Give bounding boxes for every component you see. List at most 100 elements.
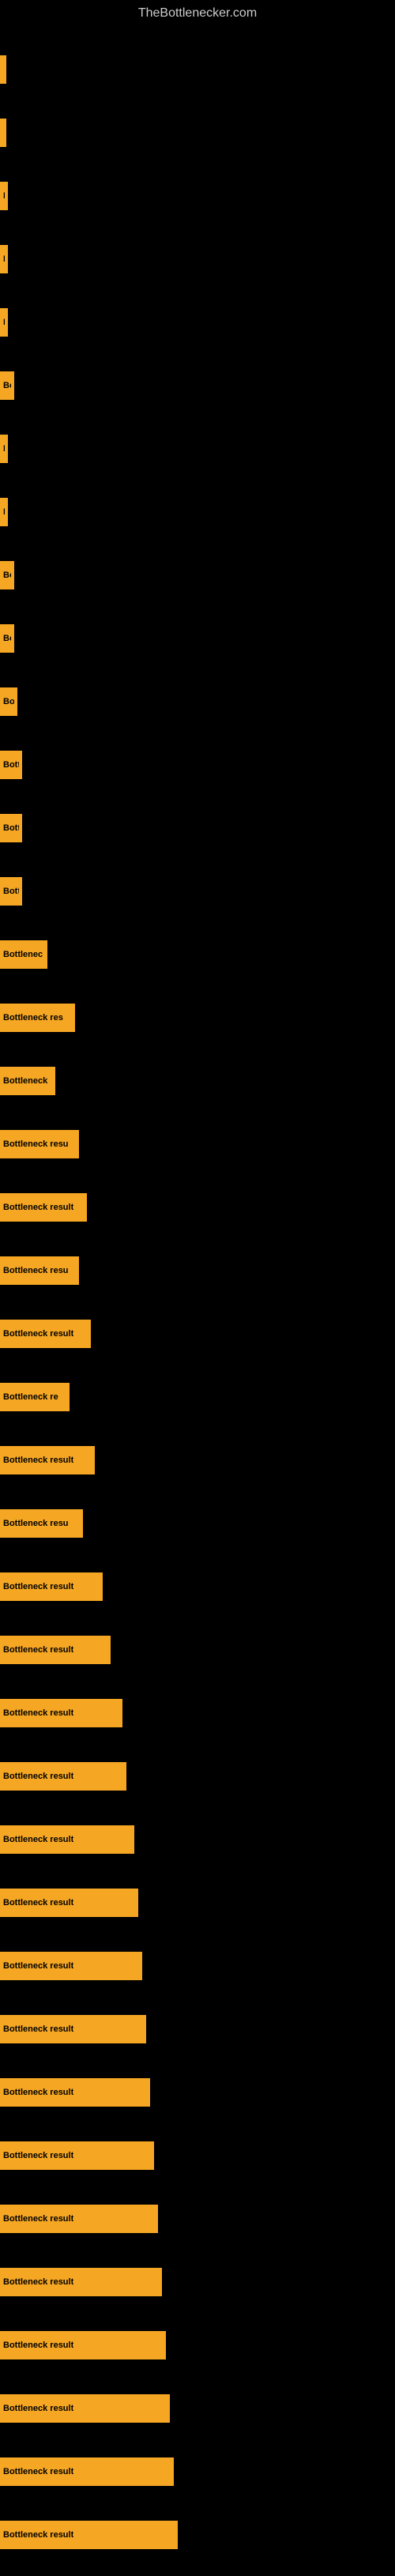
bar-row: Bottleneck — [0, 1067, 395, 1122]
bar-label-21: Bottleneck re — [3, 1392, 58, 1402]
bar-label-16: Bottleneck — [3, 1076, 47, 1086]
bar-row: Bottleneck result — [0, 2141, 395, 2197]
bar-9: Bo — [0, 624, 14, 653]
bar-15: Bottleneck res — [0, 1004, 75, 1032]
bar-row: Bott — [0, 814, 395, 869]
bar-label-2: E — [3, 191, 5, 201]
site-title: TheBottlenecker.com — [0, 0, 395, 27]
bar-row: Bottleneck result — [0, 1572, 395, 1628]
bar-label-17: Bottleneck resu — [3, 1139, 69, 1149]
bar-row: B — [0, 435, 395, 490]
bar-label-30: Bottleneck result — [3, 1961, 73, 1971]
bar-21: Bottleneck re — [0, 1383, 70, 1411]
bar-label-36: Bottleneck result — [3, 2341, 73, 2350]
bar-11: Bott — [0, 751, 22, 779]
bar-row: Bott — [0, 751, 395, 806]
bar-31: Bottleneck result — [0, 2015, 146, 2043]
bar-27: Bottleneck result — [0, 1762, 126, 1791]
bar-label-28: Bottleneck result — [3, 1835, 73, 1844]
bar-22: Bottleneck result — [0, 1446, 95, 1474]
bar-label-27: Bottleneck result — [3, 1772, 73, 1781]
bar-row: Bottleneck result — [0, 1636, 395, 1691]
bar-5: Bo — [0, 371, 14, 400]
bar-row: Bottleneck result — [0, 1952, 395, 2007]
bar-row: Bottleneck result — [0, 2268, 395, 2323]
bar-row: Bottleneck result — [0, 2457, 395, 2513]
bar-row: Bo — [0, 561, 395, 616]
bar-12: Bott — [0, 814, 22, 842]
bar-label-39: Bottleneck result — [3, 2530, 73, 2540]
bar-label-8: Bo — [3, 571, 11, 580]
bar-label-26: Bottleneck result — [3, 1708, 73, 1718]
bar-14: Bottlenec — [0, 940, 47, 969]
bar-row: E — [0, 182, 395, 237]
bar-6: B — [0, 435, 8, 463]
bar-label-25: Bottleneck result — [3, 1645, 73, 1655]
bar-label-20: Bottleneck result — [3, 1329, 73, 1339]
bar-2: E — [0, 182, 8, 210]
bar-label-33: Bottleneck result — [3, 2151, 73, 2160]
bar-label-35: Bottleneck result — [3, 2277, 73, 2287]
bar-row: B — [0, 245, 395, 300]
bar-label-24: Bottleneck result — [3, 1582, 73, 1591]
bar-24: Bottleneck result — [0, 1572, 103, 1601]
bar-1: | — [0, 119, 6, 147]
bar-row: Bottleneck result — [0, 1699, 395, 1754]
bar-8: Bo — [0, 561, 14, 589]
bar-label-15: Bottleneck res — [3, 1013, 63, 1022]
bar-row: Bottleneck resu — [0, 1256, 395, 1312]
bar-26: Bottleneck result — [0, 1699, 122, 1727]
bar-label-32: Bottleneck result — [3, 2088, 73, 2097]
bar-row: Bo — [0, 371, 395, 427]
bar-row: | — [0, 55, 395, 111]
bar-30: Bottleneck result — [0, 1952, 142, 1980]
bar-36: Bottleneck result — [0, 2331, 166, 2359]
bar-row: Bottleneck result — [0, 2205, 395, 2260]
bar-row: Bottleneck result — [0, 1320, 395, 1375]
bar-row: Bottleneck result — [0, 2394, 395, 2450]
bar-row: Bott — [0, 877, 395, 932]
bar-label-37: Bottleneck result — [3, 2404, 73, 2413]
bar-row: Bottlenec — [0, 940, 395, 996]
bar-label-11: Bott — [3, 760, 19, 770]
bar-label-9: Bo — [3, 634, 11, 643]
bar-row: Bo — [0, 624, 395, 680]
bar-0: | — [0, 55, 6, 84]
bar-row: E — [0, 308, 395, 363]
bar-35: Bottleneck result — [0, 2268, 162, 2296]
bar-row: Bottleneck resu — [0, 1509, 395, 1565]
bar-17: Bottleneck resu — [0, 1130, 79, 1158]
bar-34: Bottleneck result — [0, 2205, 158, 2233]
bar-row: Bottleneck resu — [0, 1130, 395, 1185]
bar-7: B — [0, 498, 8, 526]
bar-label-12: Bott — [3, 823, 19, 833]
bar-13: Bott — [0, 877, 22, 906]
bar-row: B — [0, 498, 395, 553]
bar-29: Bottleneck result — [0, 1889, 138, 1917]
bar-row: Bottleneck result — [0, 1825, 395, 1881]
bar-label-7: B — [3, 507, 5, 517]
bar-25: Bottleneck result — [0, 1636, 111, 1664]
bar-10: Bot — [0, 687, 17, 716]
bar-row: Bottleneck result — [0, 2015, 395, 2070]
bar-19: Bottleneck resu — [0, 1256, 79, 1285]
bar-row: Bottleneck result — [0, 1762, 395, 1817]
bar-row: Bot — [0, 687, 395, 743]
bar-row: Bottleneck result — [0, 1889, 395, 1944]
bar-20: Bottleneck result — [0, 1320, 91, 1348]
bar-28: Bottleneck result — [0, 1825, 134, 1854]
bar-33: Bottleneck result — [0, 2141, 154, 2170]
bar-38: Bottleneck result — [0, 2457, 174, 2486]
bar-label-4: E — [3, 318, 5, 327]
bar-label-22: Bottleneck result — [3, 1456, 73, 1465]
bar-4: E — [0, 308, 8, 337]
bar-label-29: Bottleneck result — [3, 1898, 73, 1908]
bar-row: Bottleneck result — [0, 1446, 395, 1501]
bar-37: Bottleneck result — [0, 2394, 170, 2423]
bar-row: | — [0, 119, 395, 174]
bar-16: Bottleneck — [0, 1067, 55, 1095]
bar-row: Bottleneck re — [0, 1383, 395, 1438]
bar-32: Bottleneck result — [0, 2078, 150, 2107]
bar-row: Bottleneck result — [0, 2521, 395, 2576]
bar-label-10: Bot — [3, 697, 14, 706]
